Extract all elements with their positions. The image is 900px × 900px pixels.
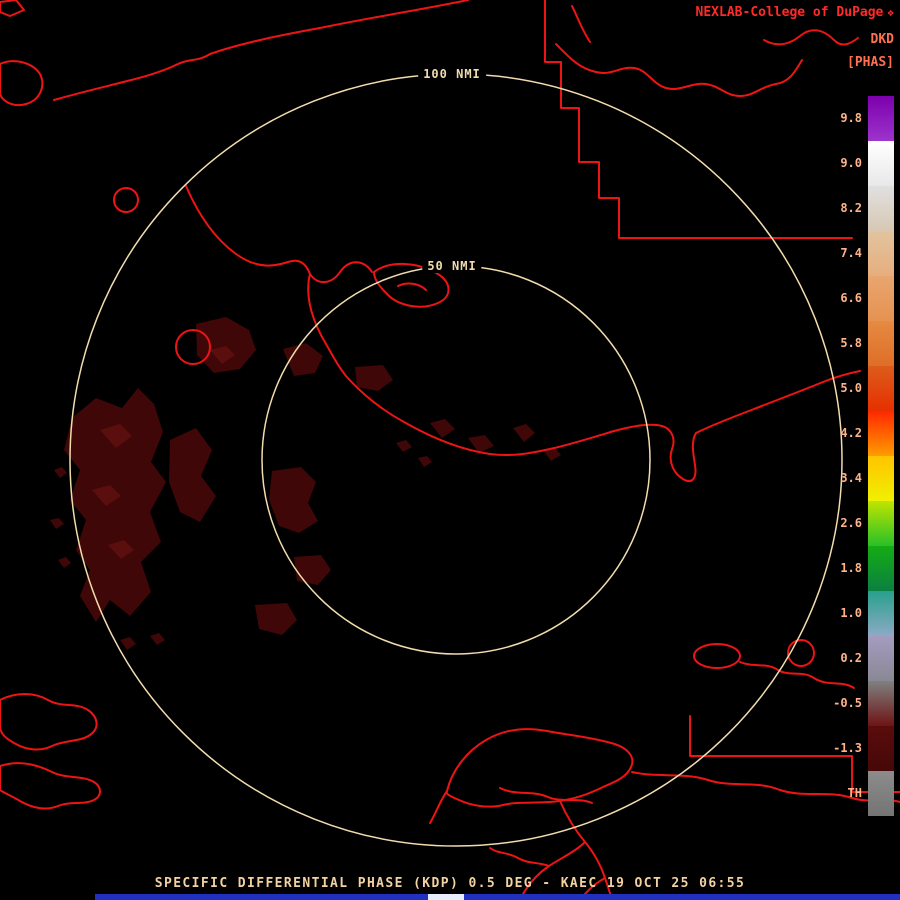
horizontal-scrollbar[interactable]	[95, 894, 900, 900]
echo-blob	[64, 388, 166, 622]
echo-speckle	[58, 557, 71, 568]
colorbar-label: 9.0	[840, 155, 862, 170]
colorbar-label: 6.6	[840, 290, 862, 305]
river-delta	[518, 841, 586, 900]
echo-speckle	[120, 637, 136, 650]
echo-blob	[255, 603, 297, 635]
island-outline	[0, 60, 44, 106]
colorbar-label: 5.0	[840, 380, 862, 395]
echo-blob	[269, 467, 318, 533]
colorbar-cell	[868, 726, 894, 771]
brand-text: NEXLAB-College of DuPage	[695, 5, 884, 20]
colorbar-label: 0.2	[840, 650, 862, 665]
colorbar-cells	[868, 96, 894, 816]
colorbar-cell	[868, 546, 894, 591]
scrollbar-thumb[interactable]	[428, 894, 464, 900]
echo-blob	[355, 365, 393, 391]
echo-speckle	[430, 419, 455, 438]
colorbar-label: 7.4	[840, 245, 862, 260]
echo-blob	[196, 317, 256, 373]
echo-speckle	[396, 440, 412, 452]
colorbar-label: -1.3	[833, 740, 862, 755]
colorbar-cell	[868, 501, 894, 546]
colorbar-cell	[868, 186, 894, 231]
echo-speckle	[50, 518, 64, 529]
echo-speckle	[418, 456, 432, 467]
river-line	[571, 5, 591, 43]
colorbar-label: 2.6	[840, 515, 862, 530]
colorbar-cell	[868, 681, 894, 726]
colorbar-label: TH	[847, 785, 862, 800]
radar-map-canvas	[0, 0, 900, 900]
lake-outline	[787, 639, 815, 667]
colorbar-cell	[868, 321, 894, 366]
range-ring-50nmi	[261, 265, 651, 655]
lake-outline	[113, 187, 139, 213]
cod-logo-icon: ❖	[887, 6, 894, 19]
coastline-line	[429, 790, 448, 824]
colorbar-label: -0.5	[833, 695, 862, 710]
colorbar-label: 3.4	[840, 470, 862, 485]
lake-outline	[693, 643, 741, 669]
brand-line: NEXLAB-College of DuPage ❖	[696, 6, 894, 20]
echo-speckle	[513, 424, 535, 442]
radar-display: 100 NMI 50 NMI NEXLAB-College of DuPage ❖…	[0, 0, 900, 900]
echo-speckle	[54, 467, 67, 478]
colorbar-cell	[868, 411, 894, 456]
range-ring-label-100nmi: 100 NMI	[418, 67, 486, 81]
echo-blob	[294, 555, 331, 585]
island-outline	[0, 762, 101, 810]
colorbar-label: 1.0	[840, 605, 862, 620]
kdp-color-scale: 9.8 9.0 8.2 7.4 6.6 5.8 5.0 4.2 3.4 2.6 1.8 1.0 0.2 -…	[828, 96, 894, 816]
colorbar-cell	[868, 456, 894, 501]
colorbar-label: 8.2	[840, 200, 862, 215]
colorbar-cell	[868, 96, 894, 141]
colorbar-label: 1.8	[840, 560, 862, 575]
colorbar-label: 4.2	[840, 425, 862, 440]
product-caption: SPECIFIC DIFFERENTIAL PHASE (KDP) 0.5 DE…	[154, 876, 746, 891]
product-code: DKD	[870, 32, 894, 47]
colorbar-cell	[868, 591, 894, 636]
colorbar-label: 5.8	[840, 335, 862, 350]
coastline-arc	[53, 0, 469, 101]
echo-speckle	[150, 633, 165, 645]
echo-blob	[283, 343, 323, 376]
range-ring-label-50nmi: 50 NMI	[422, 259, 482, 273]
radar-echoes	[50, 317, 561, 650]
colorbar-label: 9.8	[840, 110, 862, 125]
colorbar-cell	[868, 636, 894, 681]
colorbar-cell	[868, 366, 894, 411]
colorbar-cell	[868, 231, 894, 276]
colorbar-cell	[868, 141, 894, 186]
island-outline	[0, 693, 98, 751]
title-block: NEXLAB-College of DuPage ❖ DKD [PHAS]	[696, 6, 894, 70]
product-tag: [PHAS]	[847, 55, 894, 70]
island-outline	[0, 0, 25, 17]
echo-blob	[169, 428, 216, 522]
river-delta	[489, 847, 550, 867]
island-detail	[397, 282, 427, 291]
colorbar-cell	[868, 771, 894, 816]
lake-detail	[499, 787, 593, 804]
colorbar-labels: 9.8 9.0 8.2 7.4 6.6 5.8 5.0 4.2 3.4 2.6 1.8 1.0 0.2 -…	[828, 95, 868, 815]
colorbar-cell	[868, 276, 894, 321]
